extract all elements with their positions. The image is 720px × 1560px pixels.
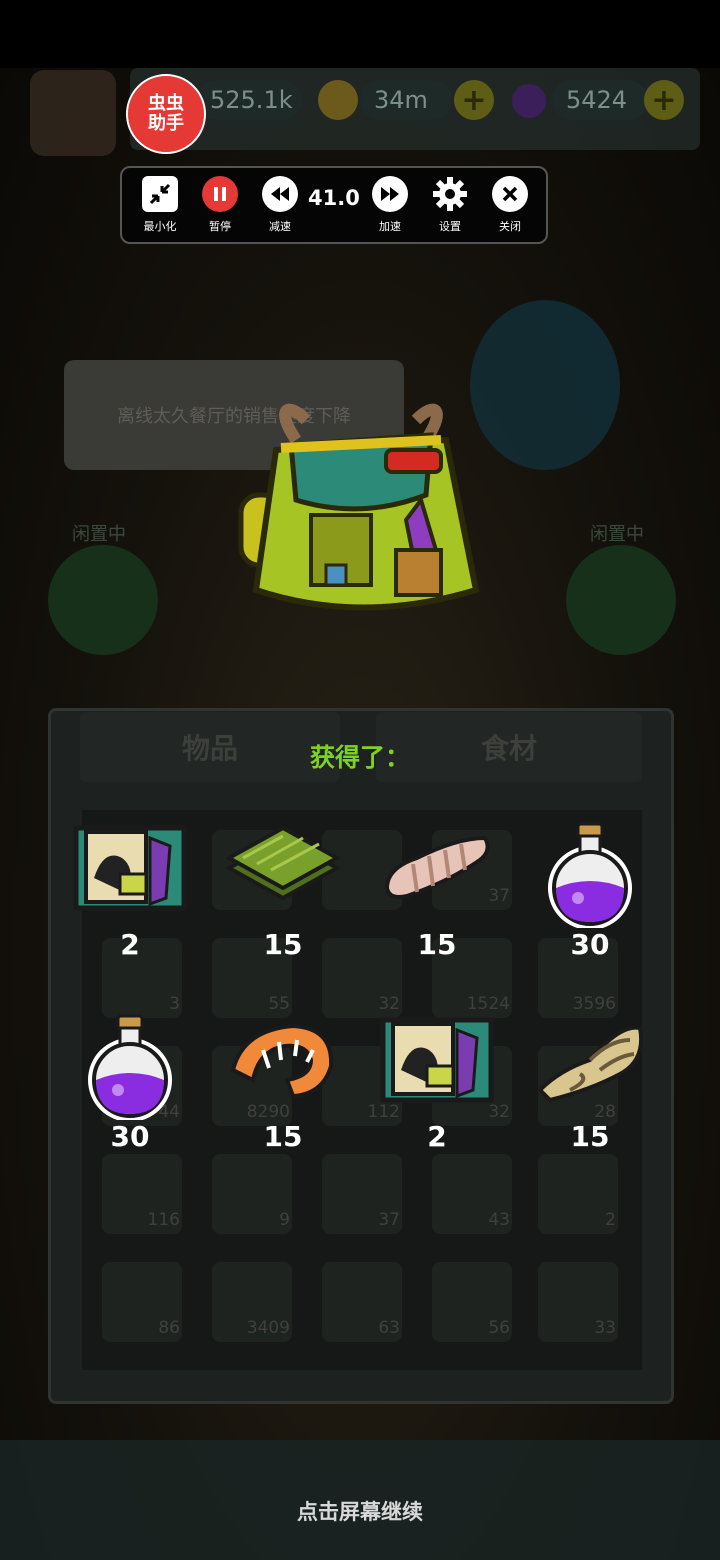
inventory-cell-count: 9 (279, 1210, 290, 1230)
inventory-cell-count: 33 (594, 1318, 616, 1338)
fast-forward-icon (372, 176, 408, 212)
recipe-scroll-icon (377, 1010, 497, 1110)
recipe-scroll-icon (70, 818, 190, 918)
player-avatar (30, 70, 116, 156)
minimize-button[interactable]: 最小化 (135, 176, 185, 234)
inventory-cell-count: 56 (488, 1318, 510, 1338)
tap-to-continue[interactable]: 点击屏幕继续 (0, 1496, 720, 1526)
currency-chip: 525.1k (196, 80, 302, 120)
helper-badge-line1: 虫虫 (148, 93, 184, 114)
inventory-cell-count: 116 (147, 1210, 180, 1230)
purple-potion-icon (530, 818, 650, 928)
coin-value: 34m (374, 86, 428, 114)
pause-icon (202, 176, 238, 212)
reward-quantity: 15 (417, 928, 457, 961)
speed-up-label: 加速 (379, 220, 401, 233)
reward-quantity: 2 (120, 928, 140, 961)
close-label: 关闭 (499, 220, 521, 233)
currency-value: 525.1k (210, 86, 293, 114)
slow-down-button[interactable]: 减速 (255, 176, 305, 234)
helper-badge[interactable]: 虫虫 助手 (126, 74, 206, 154)
reward-quantity: 30 (110, 1120, 150, 1153)
reward-quantity: 2 (427, 1120, 447, 1153)
close-button[interactable]: 关闭 (485, 176, 535, 234)
speed-up-button[interactable]: 加速 (365, 176, 415, 234)
helper-badge-line2: 助手 (148, 113, 184, 134)
speed-value: 41.0 (308, 186, 360, 210)
reward-quantity: 15 (570, 1120, 610, 1153)
potion-chip: 5424 (552, 80, 648, 120)
gear-icon (432, 176, 468, 212)
reward-quantity: 15 (263, 928, 303, 961)
inventory-cell-count: 2 (605, 1210, 616, 1230)
inventory-cell-count: 63 (378, 1318, 400, 1338)
inventory-cell-count: 86 (158, 1318, 180, 1338)
close-icon (492, 176, 528, 212)
pause-button[interactable]: 暂停 (195, 176, 245, 234)
potion-icon (512, 84, 546, 118)
sea-cucumber-icon (377, 818, 497, 918)
settings-label: 设置 (439, 220, 461, 233)
minimize-label: 最小化 (143, 220, 177, 233)
coin-icon (318, 80, 358, 120)
seaweed-icon (223, 818, 343, 918)
purple-potion-icon (70, 1010, 190, 1120)
inventory-cell-count: 3409 (246, 1318, 290, 1338)
backpack-icon (238, 403, 480, 611)
add-coins-button[interactable]: + (454, 80, 494, 120)
rewind-icon (262, 176, 298, 212)
add-potions-button[interactable]: + (644, 80, 684, 120)
potion-value: 5424 (566, 86, 628, 114)
idle-label-left: 闲置中 (72, 524, 126, 545)
monster-chef (470, 300, 620, 470)
gear-icon (566, 545, 676, 655)
inventory-cell-count: 37 (378, 1210, 400, 1230)
conch-shell-icon (530, 1010, 650, 1110)
gear-icon (48, 545, 158, 655)
slow-down-label: 减速 (269, 220, 291, 233)
settings-button[interactable]: 设置 (425, 176, 475, 234)
idle-label-right: 闲置中 (590, 524, 644, 545)
reward-quantity: 30 (570, 928, 610, 961)
obtained-title: 获得了： (309, 743, 410, 772)
minimize-icon (142, 176, 178, 212)
pause-label: 暂停 (209, 220, 231, 233)
coin-chip: 34m (360, 80, 452, 120)
reward-quantity: 15 (263, 1120, 303, 1153)
shrimp-icon (223, 1010, 343, 1110)
inventory-cell-count: 43 (488, 1210, 510, 1230)
